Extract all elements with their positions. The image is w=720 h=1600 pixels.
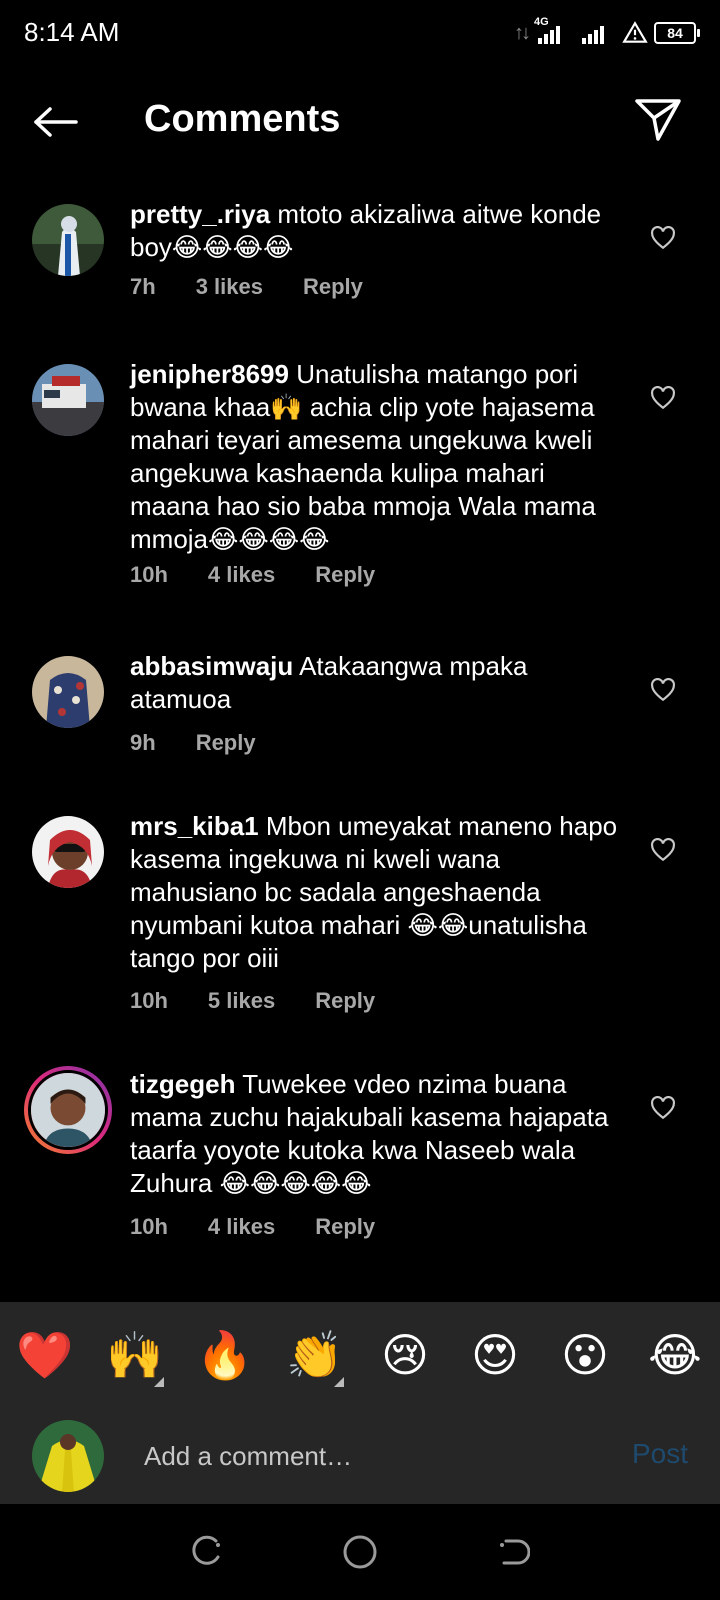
- heart-icon[interactable]: [650, 678, 676, 702]
- back-nav-button[interactable]: [493, 1532, 533, 1572]
- avatar[interactable]: [32, 656, 104, 728]
- heart-icon[interactable]: [650, 386, 676, 410]
- comment-text: abbasimwaju Atakaangwa mpaka atamuoa: [130, 650, 630, 716]
- comment-time: 9h: [130, 730, 156, 755]
- post-button[interactable]: Post: [632, 1438, 688, 1470]
- status-time: 8:14 AM: [24, 17, 120, 47]
- comment-time: 10h: [130, 1214, 168, 1239]
- data-arrows-icon: ↑↓: [514, 21, 531, 44]
- comment-username[interactable]: tizgegeh: [130, 1069, 235, 1099]
- emoji-heart-eyes[interactable]: 😍: [460, 1328, 530, 1382]
- emoji-laughing[interactable]: 😂: [640, 1328, 710, 1382]
- skin-tone-indicator-icon: [334, 1376, 344, 1387]
- comment-username[interactable]: jenipher8699: [130, 359, 289, 389]
- skin-tone-indicator-icon: [154, 1376, 164, 1387]
- emoji-raised-hands[interactable]: 🙌: [100, 1328, 170, 1387]
- current-user-avatar: [32, 1420, 104, 1492]
- reply-button[interactable]: Reply: [315, 988, 375, 1014]
- heart-icon[interactable]: [650, 1096, 676, 1120]
- heart-icon[interactable]: [650, 226, 676, 250]
- comment-time: 10h: [130, 562, 168, 587]
- home-circle-icon: [343, 1535, 377, 1569]
- signal-4g-icon: 4G: [534, 16, 572, 46]
- comment-likes[interactable]: 3 likes: [196, 274, 263, 300]
- emoji-crying[interactable]: 😢: [370, 1328, 440, 1382]
- arrow-left-icon: [34, 107, 78, 137]
- add-comment-bar: Post: [0, 1408, 720, 1504]
- back-button[interactable]: [28, 98, 84, 146]
- header: Comments: [0, 80, 720, 164]
- paper-plane-icon: [635, 99, 681, 141]
- comment-meta: 10h 4 likes Reply: [130, 562, 375, 588]
- warning-icon: [622, 21, 648, 43]
- system-nav-bar: [0, 1504, 720, 1600]
- comment-meta: 9h Reply: [130, 730, 256, 756]
- back-nav-icon: [500, 1539, 531, 1565]
- comment-text: jenipher8699 Unatulisha matango pori bwa…: [130, 358, 630, 556]
- comment-likes[interactable]: 4 likes: [208, 562, 275, 588]
- reply-button[interactable]: Reply: [315, 1214, 375, 1240]
- comment-username[interactable]: abbasimwaju: [130, 651, 293, 681]
- status-icons: ↑↓ 4G 84: [514, 16, 700, 50]
- emoji-heart[interactable]: ❤️: [10, 1328, 80, 1383]
- page-title: Comments: [144, 98, 341, 140]
- comment-meta: 10h 4 likes Reply: [130, 1214, 375, 1240]
- emoji-bar: ❤️ 🙌 🔥 👏 😢 😍 😮 😂: [0, 1302, 720, 1408]
- comment-time: 10h: [130, 988, 168, 1013]
- avatar[interactable]: [32, 204, 104, 276]
- comment-likes[interactable]: 4 likes: [208, 1214, 275, 1240]
- reply-button[interactable]: Reply: [315, 562, 375, 588]
- avatar[interactable]: [32, 816, 104, 888]
- avatar[interactable]: [32, 364, 104, 436]
- share-button[interactable]: [630, 94, 686, 146]
- comment-meta: 7h 3 likes Reply: [130, 274, 363, 300]
- comment-username[interactable]: mrs_kiba1: [130, 811, 259, 841]
- emoji-surprised[interactable]: 😮: [550, 1328, 620, 1382]
- reply-button[interactable]: Reply: [303, 274, 363, 300]
- comment-input[interactable]: [144, 1436, 584, 1476]
- comment-likes[interactable]: 5 likes: [208, 988, 275, 1014]
- home-button[interactable]: [340, 1532, 380, 1572]
- battery-icon: 84: [654, 22, 700, 44]
- recents-icon: [192, 1535, 220, 1565]
- comment-text: pretty_.riya mtoto akizaliwa aitwe konde…: [130, 198, 630, 264]
- comment-time: 7h: [130, 274, 156, 299]
- comment-text: mrs_kiba1 Mbon umeyakat maneno hapo kase…: [130, 810, 630, 975]
- comment-text: tizgegeh Tuwekee vdeo nzima buana mama z…: [130, 1068, 630, 1200]
- avatar-story-ring[interactable]: [24, 1066, 112, 1154]
- comment-username[interactable]: pretty_.riya: [130, 199, 270, 229]
- avatar: [28, 1070, 108, 1150]
- emoji-clap[interactable]: 👏: [280, 1328, 350, 1387]
- recents-button[interactable]: [187, 1532, 227, 1572]
- battery-level: 84: [667, 25, 683, 41]
- comment-meta: 10h 5 likes Reply: [130, 988, 375, 1014]
- status-bar: 8:14 AM ↑↓ 4G 84: [0, 0, 720, 66]
- emoji-fire[interactable]: 🔥: [190, 1328, 260, 1383]
- heart-icon[interactable]: [650, 838, 676, 862]
- reply-button[interactable]: Reply: [196, 730, 256, 756]
- signal-icon: [578, 20, 616, 46]
